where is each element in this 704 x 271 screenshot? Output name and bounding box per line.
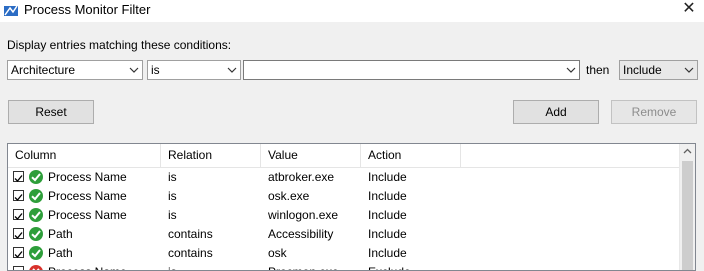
column-header-relation[interactable]: Relation (161, 144, 261, 167)
include-check-icon (28, 207, 44, 223)
title-bar: Process Monitor Filter ✕ (0, 0, 704, 22)
relation-select[interactable]: is (147, 60, 241, 80)
table-row[interactable]: Path contains Accessibility Include (8, 225, 680, 244)
cell-relation: contains (168, 246, 213, 260)
table-row[interactable]: Process Name is atbroker.exe Include (8, 168, 680, 187)
table-row[interactable]: Process Name is winlogon.exe Include (8, 206, 680, 225)
cell-column: Process Name (48, 263, 127, 270)
exclude-x-icon (28, 264, 44, 270)
column-header-value[interactable]: Value (261, 144, 361, 167)
table-row[interactable]: Process Name is Procmon.exe Exclude (8, 263, 680, 270)
chevron-down-icon (566, 67, 576, 73)
row-checkbox[interactable] (13, 190, 24, 201)
cell-action: Include (368, 227, 407, 241)
table-row[interactable]: Path contains osk Include (8, 244, 680, 263)
close-icon: ✕ (682, 0, 696, 17)
checkmark-icon (14, 213, 23, 220)
chevron-down-icon (129, 67, 139, 73)
add-button[interactable]: Add (513, 100, 599, 124)
action-select[interactable]: Include (619, 60, 698, 80)
conditions-caption: Display entries matching these condition… (7, 38, 232, 52)
cell-value: winlogon.exe (268, 208, 339, 222)
cell-action: Include (368, 170, 407, 184)
column-header-column[interactable]: Column (8, 144, 161, 167)
list-header: Column Relation Value Action (8, 144, 680, 168)
process-monitor-filter-icon (4, 5, 18, 16)
include-check-icon (28, 188, 44, 204)
cell-value: Procmon.exe (268, 263, 339, 270)
cell-relation: is (168, 208, 177, 222)
checkmark-icon (14, 232, 23, 239)
reset-button[interactable]: Reset (8, 100, 94, 124)
window-title: Process Monitor Filter (24, 2, 151, 17)
cell-relation: is (168, 263, 177, 270)
cell-column: Process Name (48, 208, 127, 222)
cell-action: Exclude (368, 263, 411, 270)
checkmark-icon (14, 251, 23, 258)
cell-value: osk.exe (268, 189, 310, 203)
include-check-icon (28, 226, 44, 242)
chevron-down-icon (684, 67, 694, 73)
column-select[interactable]: Architecture (7, 60, 143, 80)
cell-column: Process Name (48, 170, 127, 184)
cell-value: osk (268, 246, 287, 260)
cell-action: Include (368, 246, 407, 260)
checkmark-icon (14, 175, 23, 182)
scroll-up-arrow-icon[interactable] (680, 144, 695, 159)
include-check-icon (28, 169, 44, 185)
chevron-down-icon (227, 67, 237, 73)
remove-button[interactable]: Remove (611, 100, 697, 124)
row-checkbox[interactable] (13, 209, 24, 220)
close-button[interactable]: ✕ (674, 0, 704, 20)
row-checkbox[interactable] (13, 247, 24, 258)
cell-action: Include (368, 208, 407, 222)
include-check-icon (28, 245, 44, 261)
cell-column: Path (48, 227, 73, 241)
cell-relation: contains (168, 227, 213, 241)
row-checkbox[interactable] (13, 171, 24, 182)
vertical-scrollbar[interactable] (679, 144, 695, 270)
filter-list[interactable]: Column Relation Value Action Process Nam… (7, 143, 696, 271)
row-checkbox[interactable] (13, 266, 24, 270)
cell-column: Process Name (48, 189, 127, 203)
action-select-value: Include (623, 63, 662, 77)
cell-value: atbroker.exe (268, 170, 335, 184)
column-header-action[interactable]: Action (361, 144, 461, 167)
value-combobox[interactable] (243, 60, 580, 80)
relation-select-value: is (151, 63, 160, 77)
cell-action: Include (368, 189, 407, 203)
cell-relation: is (168, 189, 177, 203)
table-row[interactable]: Process Name is osk.exe Include (8, 187, 680, 206)
scrollbar-thumb[interactable] (682, 161, 693, 270)
column-select-value: Architecture (11, 63, 76, 77)
row-checkbox[interactable] (13, 228, 24, 239)
checkmark-icon (14, 194, 23, 201)
cell-relation: is (168, 170, 177, 184)
cell-column: Path (48, 246, 73, 260)
then-label: then (586, 63, 610, 77)
cell-value: Accessibility (268, 227, 334, 241)
dialog-body: Display entries matching these condition… (0, 22, 704, 271)
